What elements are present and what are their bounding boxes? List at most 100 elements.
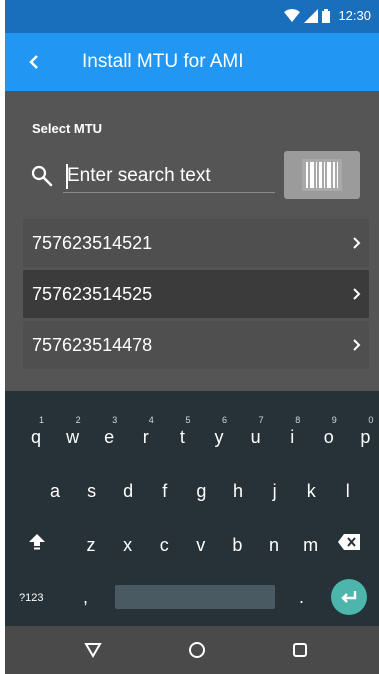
chevron-right-icon [353, 237, 361, 249]
key-k[interactable]: k [301, 481, 321, 502]
key-q[interactable]: 1q [26, 415, 46, 448]
barcode-scan-button[interactable] [284, 151, 360, 199]
mtu-item-label: 757623514478 [32, 335, 153, 355]
shift-icon[interactable] [27, 531, 47, 551]
key-label: j [272, 481, 277, 501]
key-hint: 8 [295, 415, 301, 425]
chevron-left-icon [29, 55, 38, 69]
soft-keyboard: ?123 , . 1q2w3e4r5t6y7u8i9o0pasdfghjklzx… [5, 391, 379, 626]
space-key[interactable] [115, 585, 275, 609]
key-m[interactable]: m [301, 535, 321, 556]
period-key[interactable]: . [299, 587, 304, 608]
symbols-key[interactable]: ?123 [19, 592, 43, 604]
enter-key[interactable] [331, 579, 367, 615]
key-hint: 2 [75, 415, 81, 425]
status-icons: 12:30 [284, 8, 371, 23]
key-y[interactable]: 6y [209, 415, 229, 448]
key-label: a [49, 481, 60, 501]
mtu-list: 757623514521 757623514525 757623514478 [23, 219, 369, 372]
key-hint: 1 [39, 415, 45, 425]
comma-key[interactable]: , [83, 587, 88, 608]
key-w[interactable]: 2w [63, 415, 83, 448]
key-label: b [232, 535, 243, 555]
key-x[interactable]: x [118, 535, 138, 556]
mtu-item-label: 757623514521 [32, 233, 153, 253]
key-i[interactable]: 8i [282, 415, 302, 448]
main-content: Select MTU 75762351452175762351452575762… [5, 91, 379, 391]
key-label: s [87, 481, 97, 501]
nav-back-button[interactable] [81, 638, 105, 662]
back-triangle-icon [84, 643, 102, 658]
key-g[interactable]: g [191, 481, 211, 502]
key-hint: 7 [258, 415, 264, 425]
phone-screen: 12:30 Install MTU for AMI Select MTU Ent… [5, 0, 379, 674]
key-label: z [86, 535, 96, 555]
key-c[interactable]: c [154, 535, 174, 556]
key-label: i [290, 427, 295, 447]
key-label: v [196, 535, 206, 555]
navigation-bar [5, 626, 379, 674]
key-label: n [268, 535, 279, 555]
key-u[interactable]: 7u [246, 415, 266, 448]
key-s[interactable]: s [82, 481, 102, 502]
key-t[interactable]: 5t [172, 415, 192, 448]
key-v[interactable]: v [191, 535, 211, 556]
battery-icon [322, 8, 331, 23]
search-input[interactable] [63, 159, 275, 193]
page-title: Install MTU for AMI [82, 51, 244, 72]
key-r[interactable]: 4r [136, 415, 156, 448]
key-label: x [123, 535, 133, 555]
key-j[interactable]: j [265, 481, 285, 502]
key-label: o [323, 427, 334, 447]
key-label: u [250, 427, 261, 447]
key-label: d [123, 481, 134, 501]
backspace-icon[interactable] [337, 533, 361, 551]
key-z[interactable]: z [81, 535, 101, 556]
back-button[interactable] [19, 47, 49, 77]
mtu-item-label: 757623514525 [32, 284, 153, 304]
key-label: w [66, 427, 80, 447]
key-l[interactable]: l [338, 481, 358, 502]
key-label: q [30, 427, 41, 447]
mtu-list-item[interactable]: 757623514478 [23, 321, 369, 369]
key-label: f [162, 481, 168, 501]
key-f[interactable]: f [155, 481, 175, 502]
home-circle-icon [189, 642, 205, 658]
key-hint: 6 [222, 415, 228, 425]
signal-icon [304, 8, 319, 23]
key-hint: 9 [331, 415, 337, 425]
enter-icon [341, 591, 357, 603]
chevron-right-icon [353, 288, 361, 300]
key-label: t [179, 427, 185, 447]
nav-recents-button[interactable] [288, 638, 312, 662]
status-bar: 12:30 [5, 0, 379, 33]
key-label: c [159, 535, 169, 555]
key-label: k [306, 481, 316, 501]
key-label: l [345, 481, 350, 501]
key-a[interactable]: a [45, 481, 65, 502]
mtu-list-item[interactable]: 757623514521 [23, 219, 369, 267]
key-e[interactable]: 3e [99, 415, 119, 448]
chevron-right-icon [353, 339, 361, 351]
text-caret [66, 164, 68, 189]
app-bar: Install MTU for AMI [5, 33, 379, 91]
key-label: e [104, 427, 115, 447]
key-hint: 4 [148, 415, 154, 425]
key-p[interactable]: 0p [355, 415, 375, 448]
key-label: y [214, 427, 224, 447]
status-time: 12:30 [338, 8, 371, 23]
key-n[interactable]: n [264, 535, 284, 556]
key-hint: 3 [112, 415, 118, 425]
section-label: Select MTU [32, 121, 103, 136]
key-label: m [303, 535, 319, 555]
key-label: g [196, 481, 207, 501]
key-label: p [360, 427, 371, 447]
key-label: h [232, 481, 243, 501]
key-label: r [142, 427, 149, 447]
key-b[interactable]: b [227, 535, 247, 556]
nav-home-button[interactable] [185, 638, 209, 662]
mtu-list-item[interactable]: 757623514525 [23, 270, 369, 318]
key-o[interactable]: 9o [319, 415, 339, 448]
key-h[interactable]: h [228, 481, 248, 502]
key-d[interactable]: d [118, 481, 138, 502]
